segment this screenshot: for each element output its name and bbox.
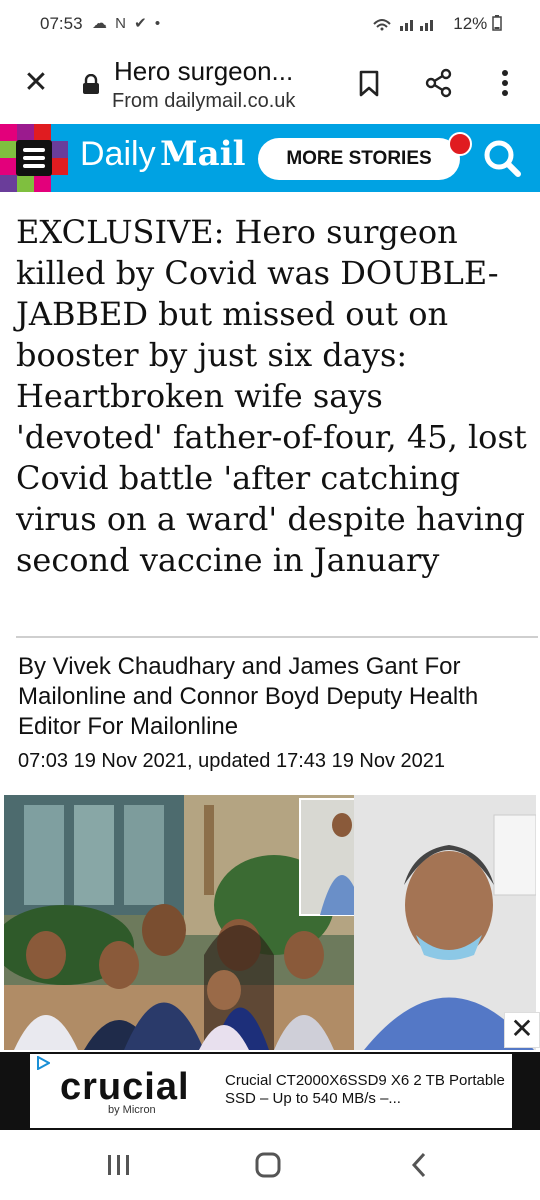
article-photo: [4, 795, 536, 1050]
lock-icon: [83, 74, 99, 94]
signal-icon: [372, 14, 442, 35]
notification-icons: ☁ N ✔ •: [92, 15, 163, 32]
page-title: Hero surgeon...: [114, 56, 294, 86]
share-icon[interactable]: [424, 68, 454, 98]
status-bar: 07:53 ☁ N ✔ • 12%: [0, 0, 540, 50]
back-icon[interactable]: [400, 1150, 440, 1180]
ad-brand: crucial: [60, 1066, 190, 1108]
ad-sub-brand: by Micron: [108, 1104, 156, 1116]
more-icon[interactable]: [490, 68, 520, 98]
divider: [16, 636, 538, 638]
close-icon[interactable]: ✕: [20, 67, 52, 99]
close-ad-icon[interactable]: ✕: [504, 1012, 540, 1048]
bookmark-icon[interactable]: [354, 68, 384, 98]
notification-dot: [448, 132, 472, 156]
battery-level: 12%: [453, 14, 502, 34]
search-icon[interactable]: [482, 138, 522, 178]
custom-tab-toolbar: ✕ Hero surgeon... From dailymail.co.uk: [0, 50, 540, 124]
page-domain: From dailymail.co.uk: [112, 90, 296, 112]
menu-icon[interactable]: [16, 140, 52, 176]
adchoices-icon[interactable]: [36, 1056, 50, 1070]
home-icon[interactable]: [248, 1150, 288, 1180]
article-byline: By Vivek Chaudhary and James Gant For Ma…: [18, 653, 479, 740]
ad-content[interactable]: crucial by Micron Crucial CT2000X6SSD9 X…: [30, 1054, 512, 1128]
recents-icon[interactable]: [98, 1150, 138, 1180]
battery-icon: [492, 15, 502, 31]
article-dateline: 07:03 19 Nov 2021, updated 17:43 19 Nov …: [18, 750, 446, 772]
article-headline: EXCLUSIVE: Hero surgeon killed by Covid …: [16, 213, 527, 579]
clock: 07:53: [40, 14, 83, 33]
ad-banner[interactable]: crucial by Micron Crucial CT2000X6SSD9 X…: [0, 1052, 540, 1130]
system-nav-bar: [0, 1130, 540, 1200]
ad-text: Crucial CT2000X6SSD9 X6 2 TB Portable SS…: [225, 1072, 505, 1107]
daily-mail-logo[interactable]: Daily Mail: [80, 134, 246, 174]
more-stories-button[interactable]: MORE STORIES: [258, 138, 460, 180]
